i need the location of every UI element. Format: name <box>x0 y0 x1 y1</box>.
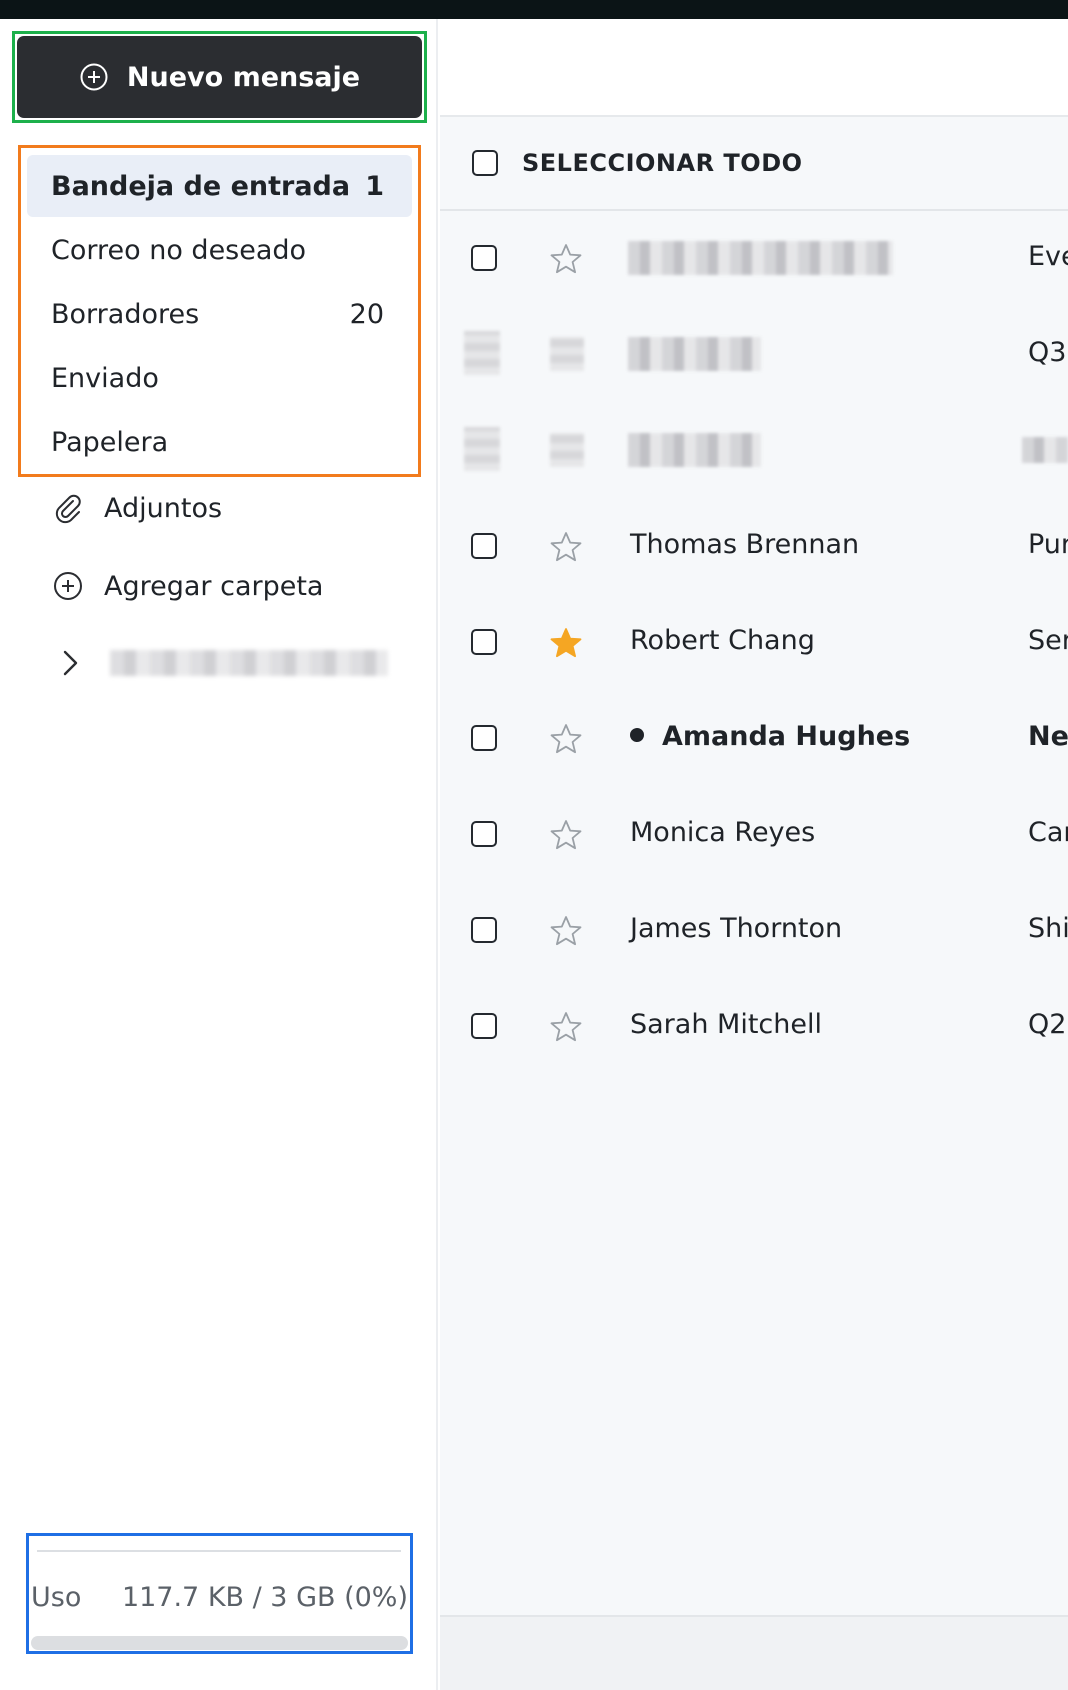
message-row[interactable]: Eve <box>440 211 1068 307</box>
redacted-checkbox[interactable] <box>464 331 500 375</box>
plus-circle-icon <box>54 572 82 600</box>
redacted-folder-name <box>110 650 388 676</box>
usage-divider <box>37 1550 401 1552</box>
list-footer <box>440 1615 1068 1690</box>
new-message-label: Nuevo mensaje <box>126 61 361 93</box>
sender-name: Robert Chang <box>630 625 815 656</box>
usage-progress-bar <box>31 1636 408 1650</box>
sender-name: Sarah Mitchell <box>630 1009 822 1040</box>
folder-trash[interactable]: Papelera <box>27 411 412 473</box>
message-row[interactable]: Monica Reyes Car <box>440 787 1068 883</box>
message-row[interactable]: Sarah Mitchell Q2 <box>440 979 1068 1075</box>
star-outline-icon[interactable] <box>548 529 584 565</box>
sender-name: Amanda Hughes <box>630 721 910 752</box>
row-checkbox[interactable] <box>471 245 497 271</box>
folder-label: Correo no deseado <box>51 234 307 266</box>
collapsed-folder-group[interactable] <box>58 635 398 691</box>
sender-text: Sarah Mitchell <box>630 1009 822 1040</box>
redacted-star[interactable] <box>550 337 584 371</box>
folder-label: Enviado <box>51 362 159 394</box>
folder-count: 1 <box>365 170 384 202</box>
folder-label: Papelera <box>51 426 169 458</box>
unread-dot-icon <box>630 727 644 742</box>
star-toggle[interactable] <box>548 913 584 953</box>
new-message-button[interactable]: Nuevo mensaje <box>17 36 422 118</box>
row-checkbox[interactable] <box>471 725 497 751</box>
message-row[interactable] <box>440 403 1068 499</box>
add-folder-button[interactable]: Agregar carpeta <box>52 558 323 614</box>
star-toggle[interactable] <box>548 1009 584 1049</box>
folder-label: Bandeja de entrada <box>51 170 351 202</box>
star-outline-icon[interactable] <box>548 913 584 949</box>
window-top-bar <box>0 0 1068 19</box>
row-checkbox[interactable] <box>471 629 497 655</box>
star-toggle[interactable] <box>548 241 584 281</box>
star-toggle[interactable] <box>548 625 584 665</box>
star-toggle[interactable] <box>548 817 584 857</box>
redacted-checkbox[interactable] <box>464 427 500 471</box>
sender-text: James Thornton <box>630 913 843 944</box>
usage-label: Uso <box>31 1582 82 1613</box>
redacted-subject <box>1022 437 1068 463</box>
sender-text: Amanda Hughes <box>662 721 911 752</box>
folder-spam[interactable]: Correo no deseado <box>27 219 412 281</box>
select-all-label: SELECCIONAR TODO <box>522 149 803 177</box>
star-outline-icon[interactable] <box>548 817 584 853</box>
add-folder-label: Agregar carpeta <box>104 570 324 602</box>
plus-circle-icon <box>80 63 108 91</box>
star-toggle[interactable] <box>548 529 584 569</box>
attachments-label: Adjuntos <box>104 492 223 524</box>
message-row[interactable]: Q3 <box>440 307 1068 403</box>
list-toolbar <box>440 19 1068 117</box>
redacted-sender <box>628 433 761 467</box>
message-row[interactable]: Robert Chang Ser <box>440 595 1068 691</box>
subject-text: Pur <box>1028 529 1068 560</box>
subject-text: Shi <box>1028 913 1068 944</box>
folder-count: 20 <box>349 298 384 330</box>
sender-text: Thomas Brennan <box>630 529 860 560</box>
redacted-star[interactable] <box>550 433 584 467</box>
sender-text: Robert Chang <box>630 625 815 656</box>
sender-name: Monica Reyes <box>630 817 815 848</box>
folder-label: Borradores <box>51 298 200 330</box>
row-checkbox[interactable] <box>471 917 497 943</box>
folder-sent[interactable]: Enviado <box>27 347 412 409</box>
sender-text: Monica Reyes <box>630 817 816 848</box>
subject-text: Nev <box>1028 721 1068 752</box>
redacted-sender <box>628 241 893 275</box>
message-row[interactable]: James Thornton Shi <box>440 883 1068 979</box>
folder-list: Bandeja de entrada 1 Correo no deseado B… <box>18 145 421 477</box>
star-toggle[interactable] <box>548 721 584 761</box>
sender-name: James Thornton <box>630 913 842 944</box>
compose-highlight: Nuevo mensaje <box>12 31 427 123</box>
row-checkbox[interactable] <box>471 1013 497 1039</box>
storage-usage: Uso 117.7 KB / 3 GB (0%) <box>26 1533 413 1654</box>
star-filled-icon[interactable] <box>548 625 584 661</box>
star-outline-icon[interactable] <box>548 241 584 277</box>
folder-drafts[interactable]: Borradores 20 <box>27 283 412 345</box>
row-checkbox[interactable] <box>471 533 497 559</box>
subject-text: Q2 <box>1028 1009 1067 1040</box>
message-row[interactable]: Thomas Brennan Pur <box>440 499 1068 595</box>
subject-text: Eve <box>1028 241 1068 272</box>
list-header: SELECCIONAR TODO <box>440 117 1068 211</box>
star-outline-icon[interactable] <box>548 721 584 757</box>
message-list-pane: SELECCIONAR TODO Eve Q3 Thomas Brennan Pur R… <box>440 19 1068 1690</box>
chevron-right-icon <box>63 650 78 676</box>
row-checkbox[interactable] <box>471 821 497 847</box>
redacted-sender <box>628 337 761 371</box>
subject-text: Q3 <box>1028 337 1067 368</box>
message-row[interactable]: Amanda Hughes Nev <box>440 691 1068 787</box>
subject-text: Ser <box>1028 625 1068 656</box>
sidebar-item-attachments[interactable]: Adjuntos <box>52 480 222 536</box>
subject-text: Car <box>1028 817 1068 848</box>
paperclip-icon <box>55 494 81 524</box>
star-outline-icon[interactable] <box>548 1009 584 1045</box>
folder-inbox[interactable]: Bandeja de entrada 1 <box>27 155 412 217</box>
usage-value: 117.7 KB / 3 GB (0%) <box>121 1582 408 1613</box>
sidebar: Nuevo mensaje Bandeja de entrada 1 Corre… <box>0 19 438 1690</box>
sender-name: Thomas Brennan <box>630 529 859 560</box>
select-all-checkbox[interactable] <box>472 150 498 176</box>
